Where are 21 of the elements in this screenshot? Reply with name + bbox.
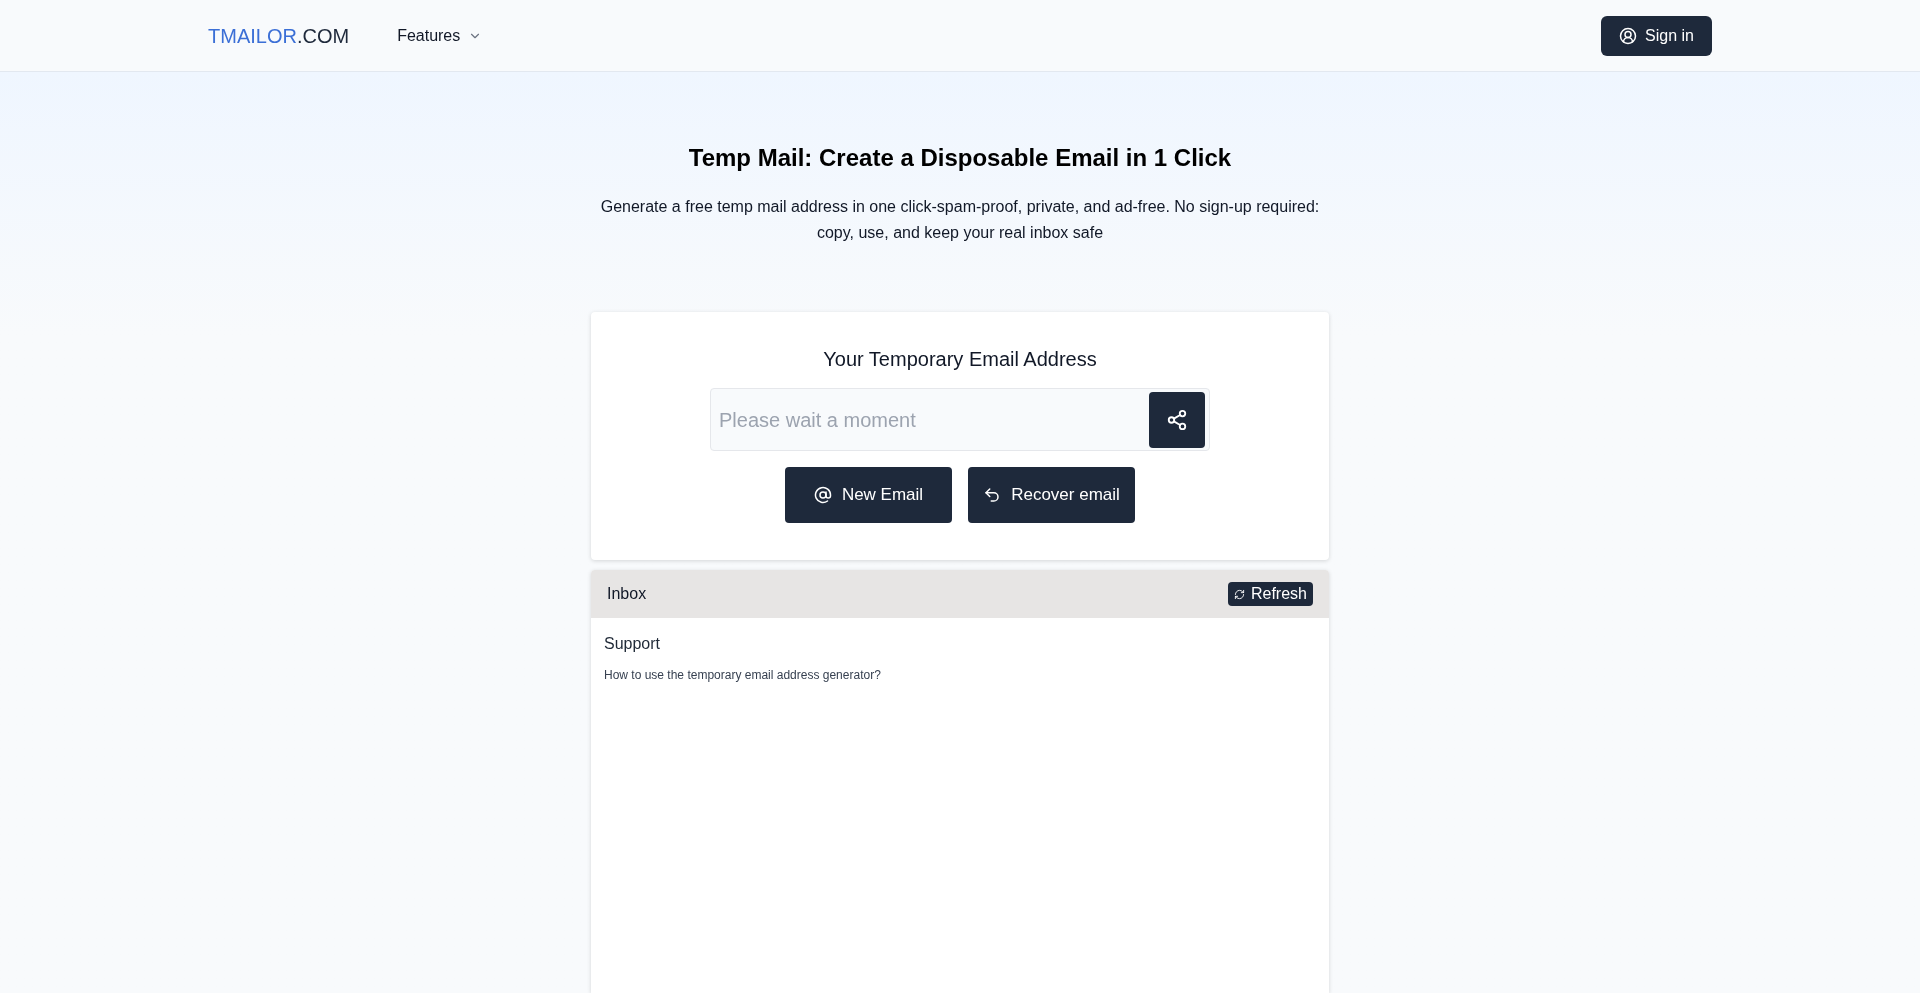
share-icon	[1166, 408, 1188, 431]
sign-in-button[interactable]: Sign in	[1601, 15, 1712, 56]
page-heading: Temp Mail: Create a Disposable Email in 1 Click	[688, 143, 1232, 173]
inbox-title: Inbox	[607, 584, 647, 604]
at-sign-icon	[813, 486, 832, 504]
user-icon	[1619, 26, 1638, 45]
share-button[interactable]	[1149, 391, 1205, 448]
intro-text: Generate a free temp mail address in one click-spam-proof, private, and ad-free. No sign-up required: copy, use, and keep your real inbox safe	[599, 197, 1321, 243]
message-sender: Support	[604, 634, 662, 654]
nav-menu[interactable]: Features	[397, 23, 483, 48]
message-subject: How to use the temporary email address generator?	[604, 667, 882, 684]
message-item[interactable]: Support How to use the temporary email address generator?	[591, 618, 1329, 684]
email-address-input[interactable]: Please wait a moment	[719, 404, 1149, 435]
card-title: Your Temporary Email Address	[823, 347, 1097, 372]
site-logo[interactable]: TMAILOR.COM	[208, 20, 350, 51]
recover-email-button[interactable]: Recover email	[968, 467, 1135, 523]
refresh-button[interactable]: Refresh	[1227, 582, 1313, 606]
refresh-icon	[1233, 588, 1245, 600]
new-email-button[interactable]: New Email	[785, 467, 952, 523]
email-address-field[interactable]: Please wait a moment	[710, 388, 1210, 451]
undo-arrow-icon	[983, 486, 1002, 504]
